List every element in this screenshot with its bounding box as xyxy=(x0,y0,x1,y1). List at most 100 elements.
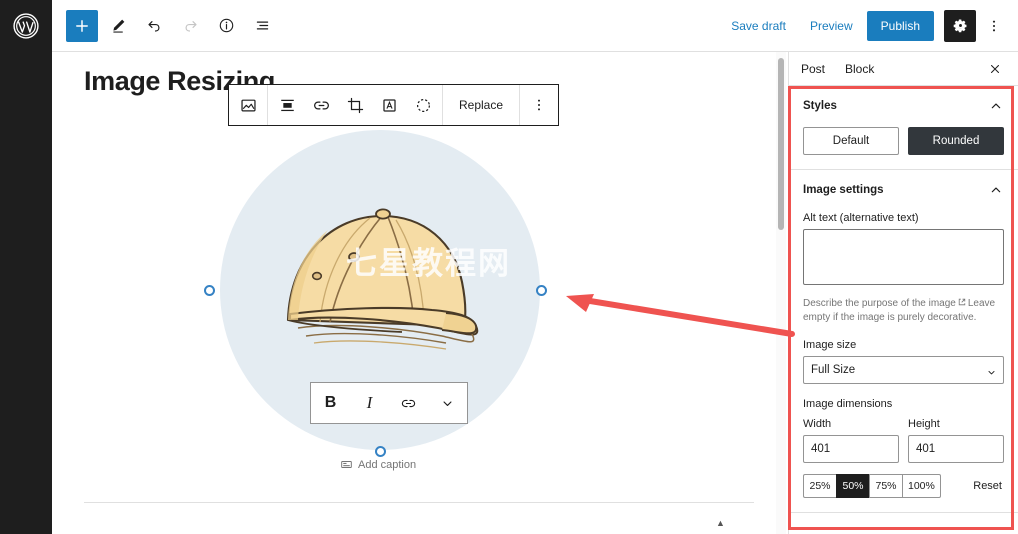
sidebar-tabs: Post Block xyxy=(789,52,1018,86)
image-tools-group xyxy=(268,85,443,125)
details-button[interactable] xyxy=(210,10,242,42)
editor-scrollbar-thumb[interactable] xyxy=(778,58,784,230)
style-rounded-button[interactable]: Rounded xyxy=(908,127,1004,155)
resize-handle-bottom[interactable] xyxy=(375,446,386,457)
publish-button[interactable]: Publish xyxy=(866,10,934,41)
image-block-toolbar: Replace xyxy=(228,84,560,126)
italic-button[interactable]: I xyxy=(350,383,389,423)
redo-button[interactable] xyxy=(174,10,206,42)
image-block-icon-button[interactable] xyxy=(231,85,265,125)
reset-dimensions-button[interactable]: Reset xyxy=(971,476,1004,496)
scale-button-group: 25% 50% 75% 100% xyxy=(803,474,941,498)
rich-text-format-toolbar: B I xyxy=(310,382,468,424)
edit-tool-button[interactable] xyxy=(102,10,134,42)
image-size-select-wrap: Full Size xyxy=(803,356,1004,384)
align-center-icon xyxy=(280,99,294,111)
styles-panel: Styles Default Rounded xyxy=(789,86,1018,170)
image-block[interactable]: 七星教程网 B I Add caption xyxy=(204,130,560,471)
block-settings-sidebar: Post Block Styles Default Rounded Image … xyxy=(788,52,1018,534)
scale-100-button[interactable]: 100% xyxy=(902,474,941,498)
info-icon xyxy=(219,18,233,33)
replace-button[interactable]: Replace xyxy=(445,85,517,125)
tab-block[interactable]: Block xyxy=(845,54,884,84)
image-size-label: Image size xyxy=(803,339,857,351)
caption-icon xyxy=(341,461,352,468)
redo-icon xyxy=(184,21,197,32)
scale-25-button[interactable]: 25% xyxy=(803,474,836,498)
crop-button[interactable] xyxy=(338,85,372,125)
preview-button[interactable]: Preview xyxy=(800,13,863,39)
height-input[interactable] xyxy=(908,435,1004,463)
wordpress-logo-icon[interactable] xyxy=(0,0,52,52)
link-icon xyxy=(313,100,329,110)
styles-panel-title: Styles xyxy=(803,100,837,112)
insert-link-button[interactable] xyxy=(389,383,428,423)
tab-post[interactable]: Post xyxy=(801,54,835,84)
width-label: Width xyxy=(803,418,832,430)
duotone-filter-icon xyxy=(416,98,430,112)
add-block-button[interactable] xyxy=(66,9,98,42)
content-divider xyxy=(84,502,754,503)
image-settings-panel-header[interactable]: Image settings xyxy=(803,182,1004,198)
caption-placeholder-row[interactable]: Add caption xyxy=(340,458,416,471)
image-watermark: 七星教程网 xyxy=(346,246,511,281)
block-options-group xyxy=(520,85,558,125)
text-over-image-icon xyxy=(382,98,396,112)
more-rich-text-button[interactable] xyxy=(428,383,467,423)
external-link-icon[interactable] xyxy=(957,297,967,307)
image-dimensions-label: Image dimensions xyxy=(803,398,893,410)
width-input[interactable] xyxy=(803,435,899,463)
link-icon xyxy=(401,399,416,407)
red-pointer-arrow xyxy=(566,294,795,337)
caption-placeholder-text: Add caption xyxy=(358,458,417,471)
image-size-select[interactable]: Full Size xyxy=(803,356,1004,384)
header-left-toolbar xyxy=(52,9,278,42)
kebab-menu-icon xyxy=(538,99,541,111)
filter-button[interactable] xyxy=(406,85,440,125)
alt-text-help: Describe the purpose of the image Leave e… xyxy=(803,297,1004,325)
style-default-button[interactable]: Default xyxy=(803,127,899,155)
alt-help-text-before: Describe the purpose of the image xyxy=(803,298,956,309)
scale-controls-row: 25% 50% 75% 100% Reset xyxy=(803,474,1004,498)
align-button[interactable] xyxy=(270,85,304,125)
plus-icon xyxy=(76,19,88,32)
width-field-group: Width xyxy=(803,418,899,463)
editor-header: Save draft Preview Publish xyxy=(0,0,1018,52)
block-more-options-button[interactable] xyxy=(522,85,556,125)
alt-text-label: Alt text (alternative text) xyxy=(803,212,919,224)
scale-75-button[interactable]: 75% xyxy=(869,474,902,498)
header-right-toolbar: Save draft Preview Publish xyxy=(721,9,1018,42)
undo-button[interactable] xyxy=(138,10,170,42)
pencil-icon xyxy=(112,19,124,33)
add-text-button[interactable] xyxy=(372,85,406,125)
chevron-up-icon[interactable] xyxy=(988,182,1004,198)
image-block-icon xyxy=(240,99,256,111)
replace-group: Replace xyxy=(443,85,521,125)
image-dimensions-row: Width Height xyxy=(803,418,1004,463)
bold-button[interactable]: B xyxy=(311,383,350,423)
close-icon xyxy=(990,64,1000,73)
undo-icon xyxy=(147,21,160,32)
link-button[interactable] xyxy=(304,85,338,125)
left-sidebar-rail xyxy=(0,52,52,534)
style-options-row: Default Rounded xyxy=(803,127,1004,155)
collapse-caret-icon[interactable]: ▲ xyxy=(716,518,725,528)
close-sidebar-button[interactable] xyxy=(984,58,1006,80)
alt-text-field[interactable] xyxy=(803,229,1004,285)
list-view-button[interactable] xyxy=(246,10,278,42)
chevron-up-icon[interactable] xyxy=(988,98,1004,114)
image-settings-panel-title: Image settings xyxy=(803,184,884,196)
height-field-group: Height xyxy=(908,418,1004,463)
image-settings-panel: Image settings Alt text (alternative tex… xyxy=(789,170,1018,513)
more-options-button[interactable] xyxy=(980,10,1008,42)
styles-panel-header[interactable]: Styles xyxy=(803,98,1004,114)
kebab-menu-icon xyxy=(992,20,996,31)
block-type-group xyxy=(229,85,268,125)
settings-button[interactable] xyxy=(944,9,976,42)
wordpress-block-editor: Save draft Preview Publish Image Resizin… xyxy=(0,0,1018,534)
list-view-icon xyxy=(256,21,268,30)
save-draft-button[interactable]: Save draft xyxy=(721,13,796,39)
resize-handle-left[interactable] xyxy=(204,285,215,296)
scale-50-button[interactable]: 50% xyxy=(836,474,869,498)
resize-handle-right[interactable] xyxy=(536,285,547,296)
